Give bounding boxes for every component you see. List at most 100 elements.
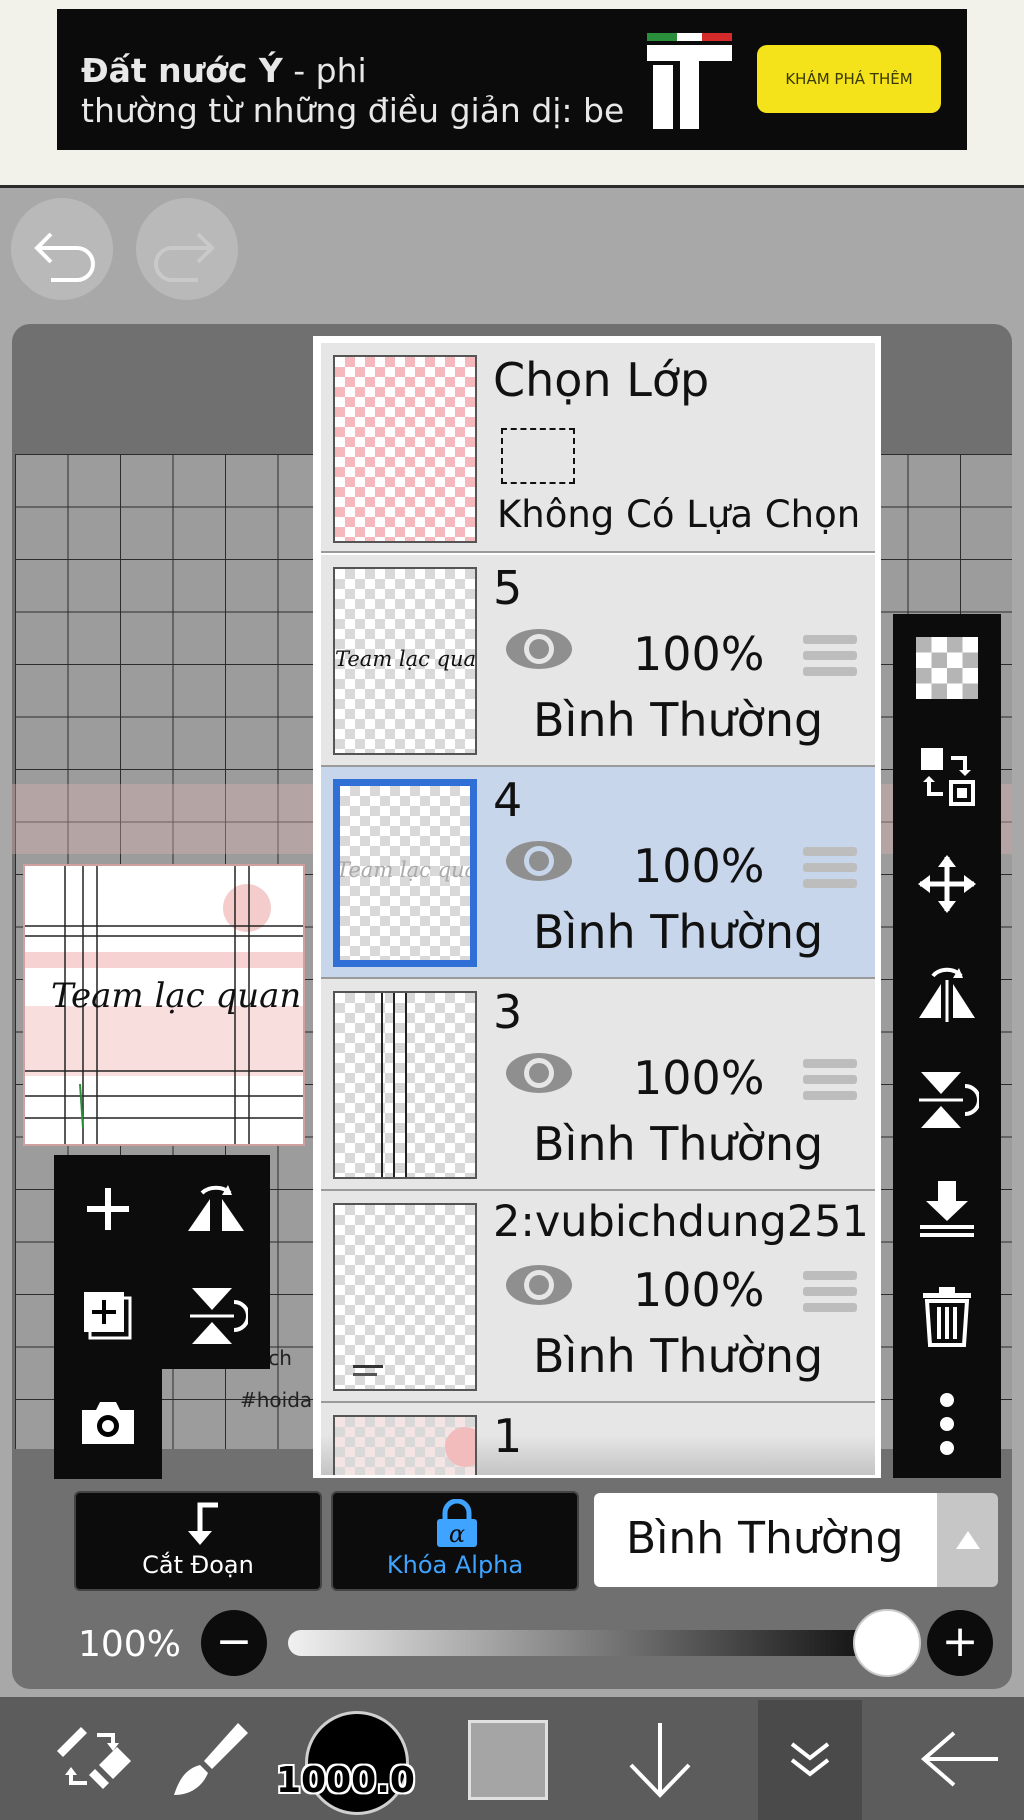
ad-subline: thường từ những điều giản dị: be: [81, 91, 625, 130]
ad-cta-button[interactable]: KHÁM PHÁ THÊM: [757, 45, 941, 113]
camera-button[interactable]: [54, 1369, 162, 1476]
plus-icon: +: [941, 1616, 979, 1667]
blend-mode-select[interactable]: Bình Thường: [594, 1493, 942, 1587]
opacity-slider-track[interactable]: [288, 1630, 888, 1656]
selection-layer-title: Chọn Lớp: [493, 353, 710, 407]
add-layer-button[interactable]: [54, 1155, 162, 1262]
brush-size-value: 1000.0: [276, 1760, 415, 1801]
opacity-value: 100%: [78, 1624, 181, 1665]
color-picker-button[interactable]: [468, 1720, 548, 1800]
layer-blend-mode: Bình Thường: [533, 905, 824, 959]
redo-button[interactable]: [136, 198, 238, 300]
duplicate-layer-icon: [84, 1291, 132, 1339]
opacity-decrease-button[interactable]: −: [201, 1610, 267, 1676]
move-button[interactable]: [893, 830, 1001, 938]
back-button[interactable]: [885, 1697, 1024, 1820]
ad-headline: Đất nước Ý - phi: [81, 51, 367, 90]
brush-tool-button[interactable]: [135, 1697, 285, 1820]
thumb-flower: [445, 1427, 475, 1467]
layer-name: 3: [493, 985, 523, 1039]
ad-banner[interactable]: Đất nước Ý - phi thường từ những điều gi…: [57, 9, 967, 150]
opacity-increase-button[interactable]: +: [927, 1610, 993, 1676]
undo-button[interactable]: [11, 198, 113, 300]
thumb-line: [405, 993, 407, 1177]
layer-name: 4: [493, 773, 523, 827]
transparency-button[interactable]: [893, 614, 1001, 722]
layer-name: 1: [493, 1409, 523, 1463]
selection-layer-row[interactable]: Chọn Lớp Không Có Lựa Chọn: [321, 343, 875, 553]
layer-row[interactable]: 2:vubichdung251 100% Bình Thường: [321, 1191, 875, 1403]
layer-blend-mode: Bình Thường: [533, 693, 824, 747]
visibility-eye-icon[interactable]: [504, 1263, 574, 1307]
blend-mode-dropdown-button[interactable]: [937, 1493, 998, 1587]
trash-icon: [923, 1287, 971, 1347]
blend-mode-value: Bình Thường: [626, 1513, 904, 1564]
right-tool-column: [893, 614, 1001, 1478]
chevron-double-down-icon: [790, 1742, 830, 1777]
flip-horizontal-icon: [919, 967, 975, 1022]
layer-blend-mode: Bình Thường: [533, 1117, 824, 1171]
alpha-lock-button[interactable]: α Khóa Alpha: [331, 1491, 579, 1591]
move-arrows-icon: [918, 855, 976, 913]
selection-status: Không Có Lựa Chọn: [497, 493, 861, 536]
layer-thumbnail: [333, 1415, 477, 1475]
layer-thumbnail: [333, 991, 477, 1179]
layer-opacity: 100%: [633, 1051, 765, 1105]
redo-icon: [154, 232, 215, 282]
thumb-line: [381, 993, 383, 1177]
flip-vertical-button[interactable]: [162, 1262, 270, 1369]
thumb-mark: [353, 1373, 377, 1376]
brush-eraser-swap-icon: [57, 1726, 131, 1789]
merge-down-icon: [920, 1181, 974, 1237]
merge-down-button[interactable]: [893, 1154, 1001, 1262]
ad-logo-icon: [647, 33, 732, 129]
drag-handle-icon[interactable]: [803, 1059, 857, 1101]
layer-row[interactable]: 3 100% Bình Thường: [321, 979, 875, 1191]
preview-title: Team lạc quan: [51, 976, 302, 1016]
lock-icon: α: [437, 1499, 477, 1548]
layer-opacity: 100%: [633, 1263, 765, 1317]
svg-text:α: α: [449, 1520, 465, 1548]
drag-handle-icon[interactable]: [803, 635, 857, 677]
arrow-down-icon: [629, 1722, 691, 1798]
brush-icon: [174, 1722, 248, 1795]
thumb-mark: [353, 1365, 383, 1368]
layer-opacity: 100%: [633, 627, 765, 681]
transform-button[interactable]: [893, 722, 1001, 830]
duplicate-layer-button[interactable]: [54, 1262, 162, 1369]
layer-tools-palette: [54, 1155, 270, 1369]
delete-layer-button[interactable]: [893, 1262, 1001, 1370]
flip-vertical-button[interactable]: [893, 1046, 1001, 1154]
visibility-eye-icon[interactable]: [504, 627, 574, 671]
thumb-line: [393, 993, 395, 1177]
layer-opacity: 100%: [633, 839, 765, 893]
visibility-eye-icon[interactable]: [504, 839, 574, 883]
clipping-button[interactable]: Cắt Đoạn: [74, 1491, 322, 1591]
layer-tools-palette-extra: [54, 1369, 162, 1479]
plus-icon: [87, 1187, 129, 1230]
canvas-text-fragment: #hoida: [240, 1388, 313, 1412]
layer-row[interactable]: Team lạc quan 5 100% Bình Thường: [321, 555, 875, 767]
visibility-eye-icon[interactable]: [504, 1051, 574, 1095]
more-options-button[interactable]: [893, 1370, 1001, 1478]
opacity-slider-knob[interactable]: [853, 1609, 921, 1677]
layer-thumbnail: Team lạc quan: [333, 779, 477, 967]
more-vertical-icon: [940, 1393, 954, 1455]
drag-handle-icon[interactable]: [803, 847, 857, 889]
flip-horizontal-button[interactable]: [162, 1155, 270, 1262]
layer-blend-mode: Bình Thường: [533, 1329, 824, 1383]
flip-horizontal-button[interactable]: [893, 938, 1001, 1046]
selection-marquee-icon: [501, 428, 575, 484]
move-layer-down-button[interactable]: [585, 1697, 735, 1820]
layer-thumbnail: Team lạc quan: [333, 567, 477, 755]
selection-layer-thumbnail: [333, 355, 477, 543]
layer-panel: Chọn Lớp Không Có Lựa Chọn Team lạc quan…: [313, 336, 881, 1478]
flip-vertical-icon: [919, 1072, 979, 1128]
canvas-preview-thumbnail[interactable]: Team lạc quan: [23, 864, 305, 1146]
layer-row-selected[interactable]: Team lạc quan 4 100% Bình Thường: [321, 767, 875, 979]
layers-button[interactable]: [758, 1700, 862, 1820]
layer-row[interactable]: 1: [321, 1403, 875, 1475]
arrow-left-icon: [920, 1730, 998, 1787]
layer-thumbnail: [333, 1203, 477, 1391]
drag-handle-icon[interactable]: [803, 1271, 857, 1313]
